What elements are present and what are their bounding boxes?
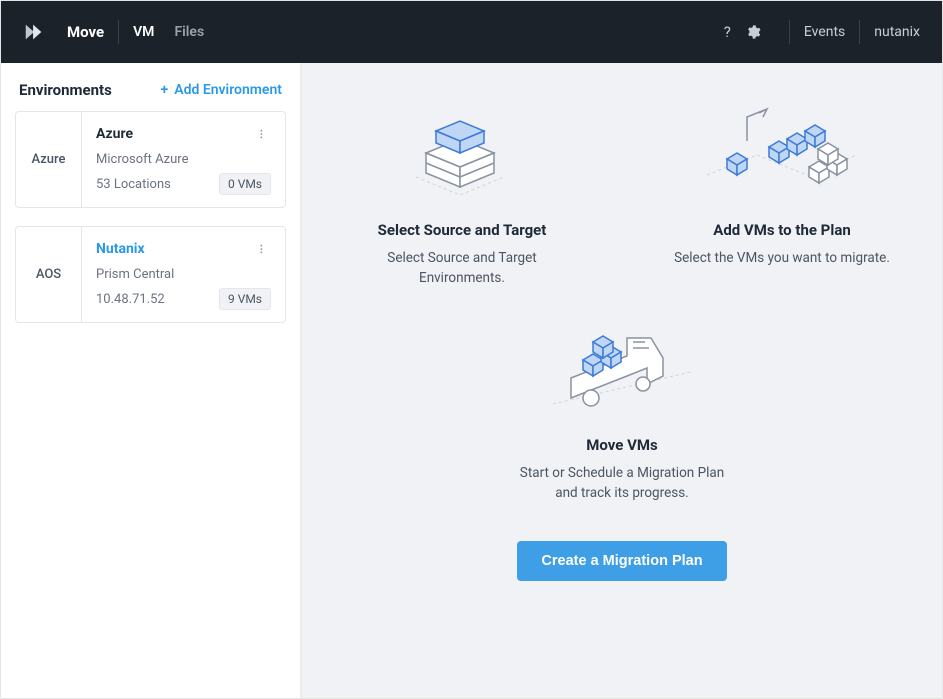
app-logo-icon	[23, 21, 45, 43]
create-migration-plan-button[interactable]: Create a Migration Plan	[517, 541, 726, 581]
environment-vm-count: 0 VMs	[219, 173, 271, 195]
events-link[interactable]: Events	[804, 24, 845, 40]
content-panel: Select Source and Target Select Source a…	[301, 63, 942, 698]
environment-name-link[interactable]: Nutanix	[96, 241, 271, 257]
topbar-divider	[859, 20, 860, 44]
environment-meta: 10.48.71.52	[96, 292, 165, 307]
environment-meta: 53 Locations	[96, 177, 171, 192]
add-environment-label: Add Environment	[174, 82, 282, 98]
step-add-vms: Add VMs to the Plan Select the VMs you w…	[672, 103, 892, 288]
sidebar-title: Environments	[19, 81, 112, 99]
environment-card[interactable]: AOS … Nutanix Prism Central 10.48.71.52 …	[15, 226, 286, 323]
plus-icon: +	[161, 82, 169, 98]
step-title: Add VMs to the Plan	[713, 221, 851, 239]
environment-provider: Prism Central	[96, 267, 271, 282]
environments-sidebar: Environments + Add Environment Azure … A…	[1, 63, 301, 698]
brand-name: Move	[67, 23, 104, 41]
environment-type-label: Azure	[16, 112, 82, 207]
environment-body: … Azure Microsoft Azure 53 Locations 0 V…	[82, 112, 285, 207]
environment-card[interactable]: Azure … Azure Microsoft Azure 53 Locatio…	[15, 111, 286, 208]
step-move-vms: Move VMs Start or Schedule a Migration P…	[512, 318, 732, 503]
sidebar-header: Environments + Add Environment	[15, 81, 286, 111]
environment-type-label: AOS	[16, 227, 82, 322]
user-menu[interactable]: nutanix	[874, 24, 920, 40]
topbar-divider	[789, 20, 790, 44]
cta-row: Create a Migration Plan	[517, 541, 726, 581]
boxes-path-icon	[697, 103, 867, 203]
topbar: Move VM Files ? Events nutanix	[1, 1, 942, 63]
nav-divider	[118, 20, 119, 44]
servers-icon	[402, 103, 522, 203]
step-select-source-target: Select Source and Target Select Source a…	[352, 103, 572, 288]
environment-name: Azure	[96, 126, 271, 142]
steps-row-1: Select Source and Target Select Source a…	[352, 103, 892, 288]
environment-options-icon[interactable]: …	[255, 237, 277, 260]
environment-provider: Microsoft Azure	[96, 152, 271, 167]
gear-icon[interactable]	[745, 24, 761, 40]
truck-icon	[547, 318, 697, 418]
step-title: Move VMs	[586, 436, 657, 454]
add-environment-button[interactable]: + Add Environment	[161, 82, 282, 98]
nav-item-vm[interactable]: VM	[133, 24, 154, 40]
environment-body: … Nutanix Prism Central 10.48.71.52 9 VM…	[82, 227, 285, 322]
step-description: Start or Schedule a Migration Plan and t…	[512, 464, 732, 503]
main-area: Environments + Add Environment Azure … A…	[1, 63, 942, 698]
step-description: Select the VMs you want to migrate.	[674, 249, 890, 269]
step-title: Select Source and Target	[378, 221, 547, 239]
nav-item-files[interactable]: Files	[174, 24, 204, 40]
help-icon[interactable]: ?	[724, 23, 731, 41]
environment-options-icon[interactable]: …	[255, 122, 277, 145]
step-description: Select Source and Target Environments.	[352, 249, 572, 288]
environment-vm-count: 9 VMs	[219, 288, 271, 310]
